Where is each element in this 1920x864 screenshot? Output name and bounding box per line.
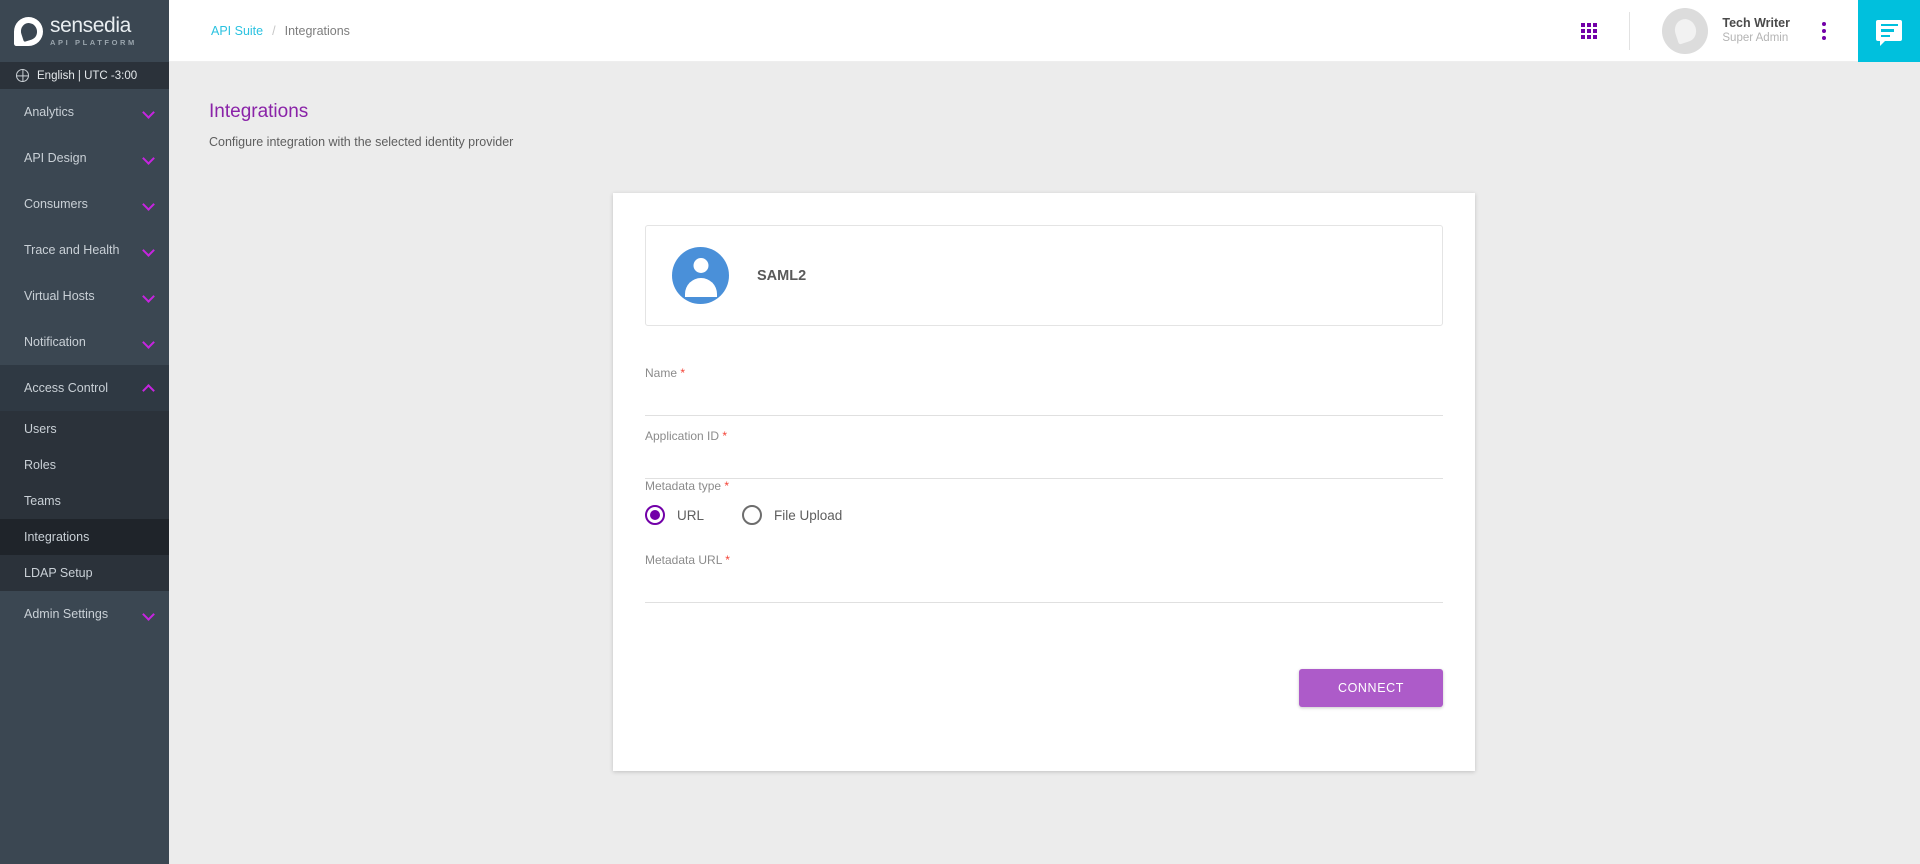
sidebar-item-label: Access Control [24,381,109,395]
sidebar-item-analytics[interactable]: Analytics [0,89,169,135]
sensedia-logo-icon [14,16,43,46]
main-content: Integrations Configure integration with … [169,62,1920,864]
metadata-type-radio-group: URL File Upload [645,505,1443,525]
sidebar-item-consumers[interactable]: Consumers [0,181,169,227]
brand-logo[interactable]: sensedia API PLATFORM [0,0,169,62]
sidebar-item-label: Users [24,422,57,436]
brand-name: sensedia [50,14,131,38]
user-info[interactable]: Tech Writer Super Admin [1722,16,1790,46]
chevron-down-icon [143,336,155,348]
chat-bubble-icon [1876,20,1902,46]
sidebar-item-label: LDAP Setup [24,566,93,580]
field-metadata-type: Metadata type * URL File Upload [645,477,1443,525]
application-id-input[interactable] [645,451,1443,479]
field-metadata-type-label-text: Metadata type [645,479,722,493]
sidebar-item-label: Admin Settings [24,607,109,621]
sidebar: sensedia API PLATFORM English | UTC -3:0… [0,0,169,864]
breadcrumb-separator: / [272,23,276,38]
top-bar: API Suite / Integrations Tech Writer Sup… [169,0,1920,62]
provider-name: SAML2 [757,267,807,284]
apps-grid-icon[interactable] [1581,22,1598,39]
chevron-down-icon [143,244,155,256]
provider-header: SAML2 [645,225,1443,326]
page-title: Integrations [209,101,309,122]
sidebar-item-label: Teams [24,494,61,508]
more-vertical-icon[interactable] [1822,21,1826,40]
radio-option-file-upload[interactable]: File Upload [742,505,842,525]
connect-button[interactable]: CONNECT [1299,669,1443,707]
chevron-up-icon [143,382,155,394]
radio-unselected-icon [742,505,763,525]
sidebar-item-admin-settings[interactable]: Admin Settings [0,591,169,637]
integration-form-card: SAML2 Name * Application ID * Metadata t… [613,193,1475,771]
radio-option-url-label: URL [677,507,705,523]
chevron-down-icon [143,198,155,210]
sidebar-item-label: Trace and Health [24,243,120,257]
sidebar-item-access-control[interactable]: Access Control [0,365,169,411]
brand-tagline: API PLATFORM [50,38,137,48]
breadcrumb: API Suite / Integrations [211,24,350,38]
sidebar-item-roles[interactable]: Roles [0,447,169,483]
field-metadata-url: Metadata URL * [645,551,1443,603]
chevron-down-icon [143,152,155,164]
sidebar-item-virtual-hosts[interactable]: Virtual Hosts [0,273,169,319]
chevron-down-icon [143,608,155,620]
chevron-down-icon [143,106,155,118]
sidebar-item-label: Notification [24,335,86,349]
sidebar-item-label: Virtual Hosts [24,289,95,303]
sidebar-item-api-design[interactable]: API Design [0,135,169,181]
sidebar-item-users[interactable]: Users [0,411,169,447]
field-application-id-label-text: Application ID [645,429,720,443]
field-metadata-url-label-text: Metadata URL [645,553,722,567]
field-application-id: Application ID * [645,427,1443,479]
sidebar-item-notification[interactable]: Notification [0,319,169,365]
field-name-label: Name * [645,366,685,380]
sidebar-nav: Analytics API Design Consumers Trace and… [0,89,169,637]
globe-icon [16,69,29,82]
name-input[interactable] [645,388,1443,416]
language-label: English | UTC -3:00 [37,69,138,82]
top-bar-divider [1629,11,1631,50]
sidebar-item-teams[interactable]: Teams [0,483,169,519]
field-name-label-text: Name [645,366,678,380]
required-asterisk: * [724,479,730,493]
radio-option-url[interactable]: URL [645,505,704,525]
avatar[interactable] [1662,7,1709,54]
sidebar-item-label: API Design [24,151,87,165]
sidebar-item-trace-and-health[interactable]: Trace and Health [0,227,169,273]
chat-button[interactable] [1858,0,1920,62]
metadata-url-input[interactable] [645,575,1443,603]
radio-option-file-upload-label: File Upload [774,507,843,523]
top-bar-actions: Tech Writer Super Admin [1581,0,1920,62]
page-subtitle: Configure integration with the selected … [209,135,514,149]
sidebar-item-ldap-setup[interactable]: LDAP Setup [0,555,169,591]
radio-selected-icon [645,505,665,525]
sidebar-item-label: Roles [24,458,56,472]
sidebar-item-integrations[interactable]: Integrations [0,519,169,555]
field-name: Name * [645,364,1443,416]
field-application-id-label: Application ID * [645,429,727,443]
language-timezone-bar[interactable]: English | UTC -3:00 [0,62,169,89]
sidebar-item-label: Analytics [24,105,75,119]
field-metadata-url-label: Metadata URL * [645,553,730,567]
required-asterisk: * [725,553,730,567]
breadcrumb-root-link[interactable]: API Suite [211,24,263,38]
account-circle-icon [672,247,729,304]
required-asterisk: * [722,429,728,443]
breadcrumb-current: Integrations [284,23,350,38]
user-role: Super Admin [1722,32,1789,45]
chevron-down-icon [143,290,155,302]
field-metadata-type-label: Metadata type * [645,479,729,493]
sidebar-item-label: Consumers [24,197,88,211]
user-name: Tech Writer [1722,15,1790,30]
required-asterisk: * [680,366,686,380]
sidebar-item-label: Integrations [24,530,90,544]
